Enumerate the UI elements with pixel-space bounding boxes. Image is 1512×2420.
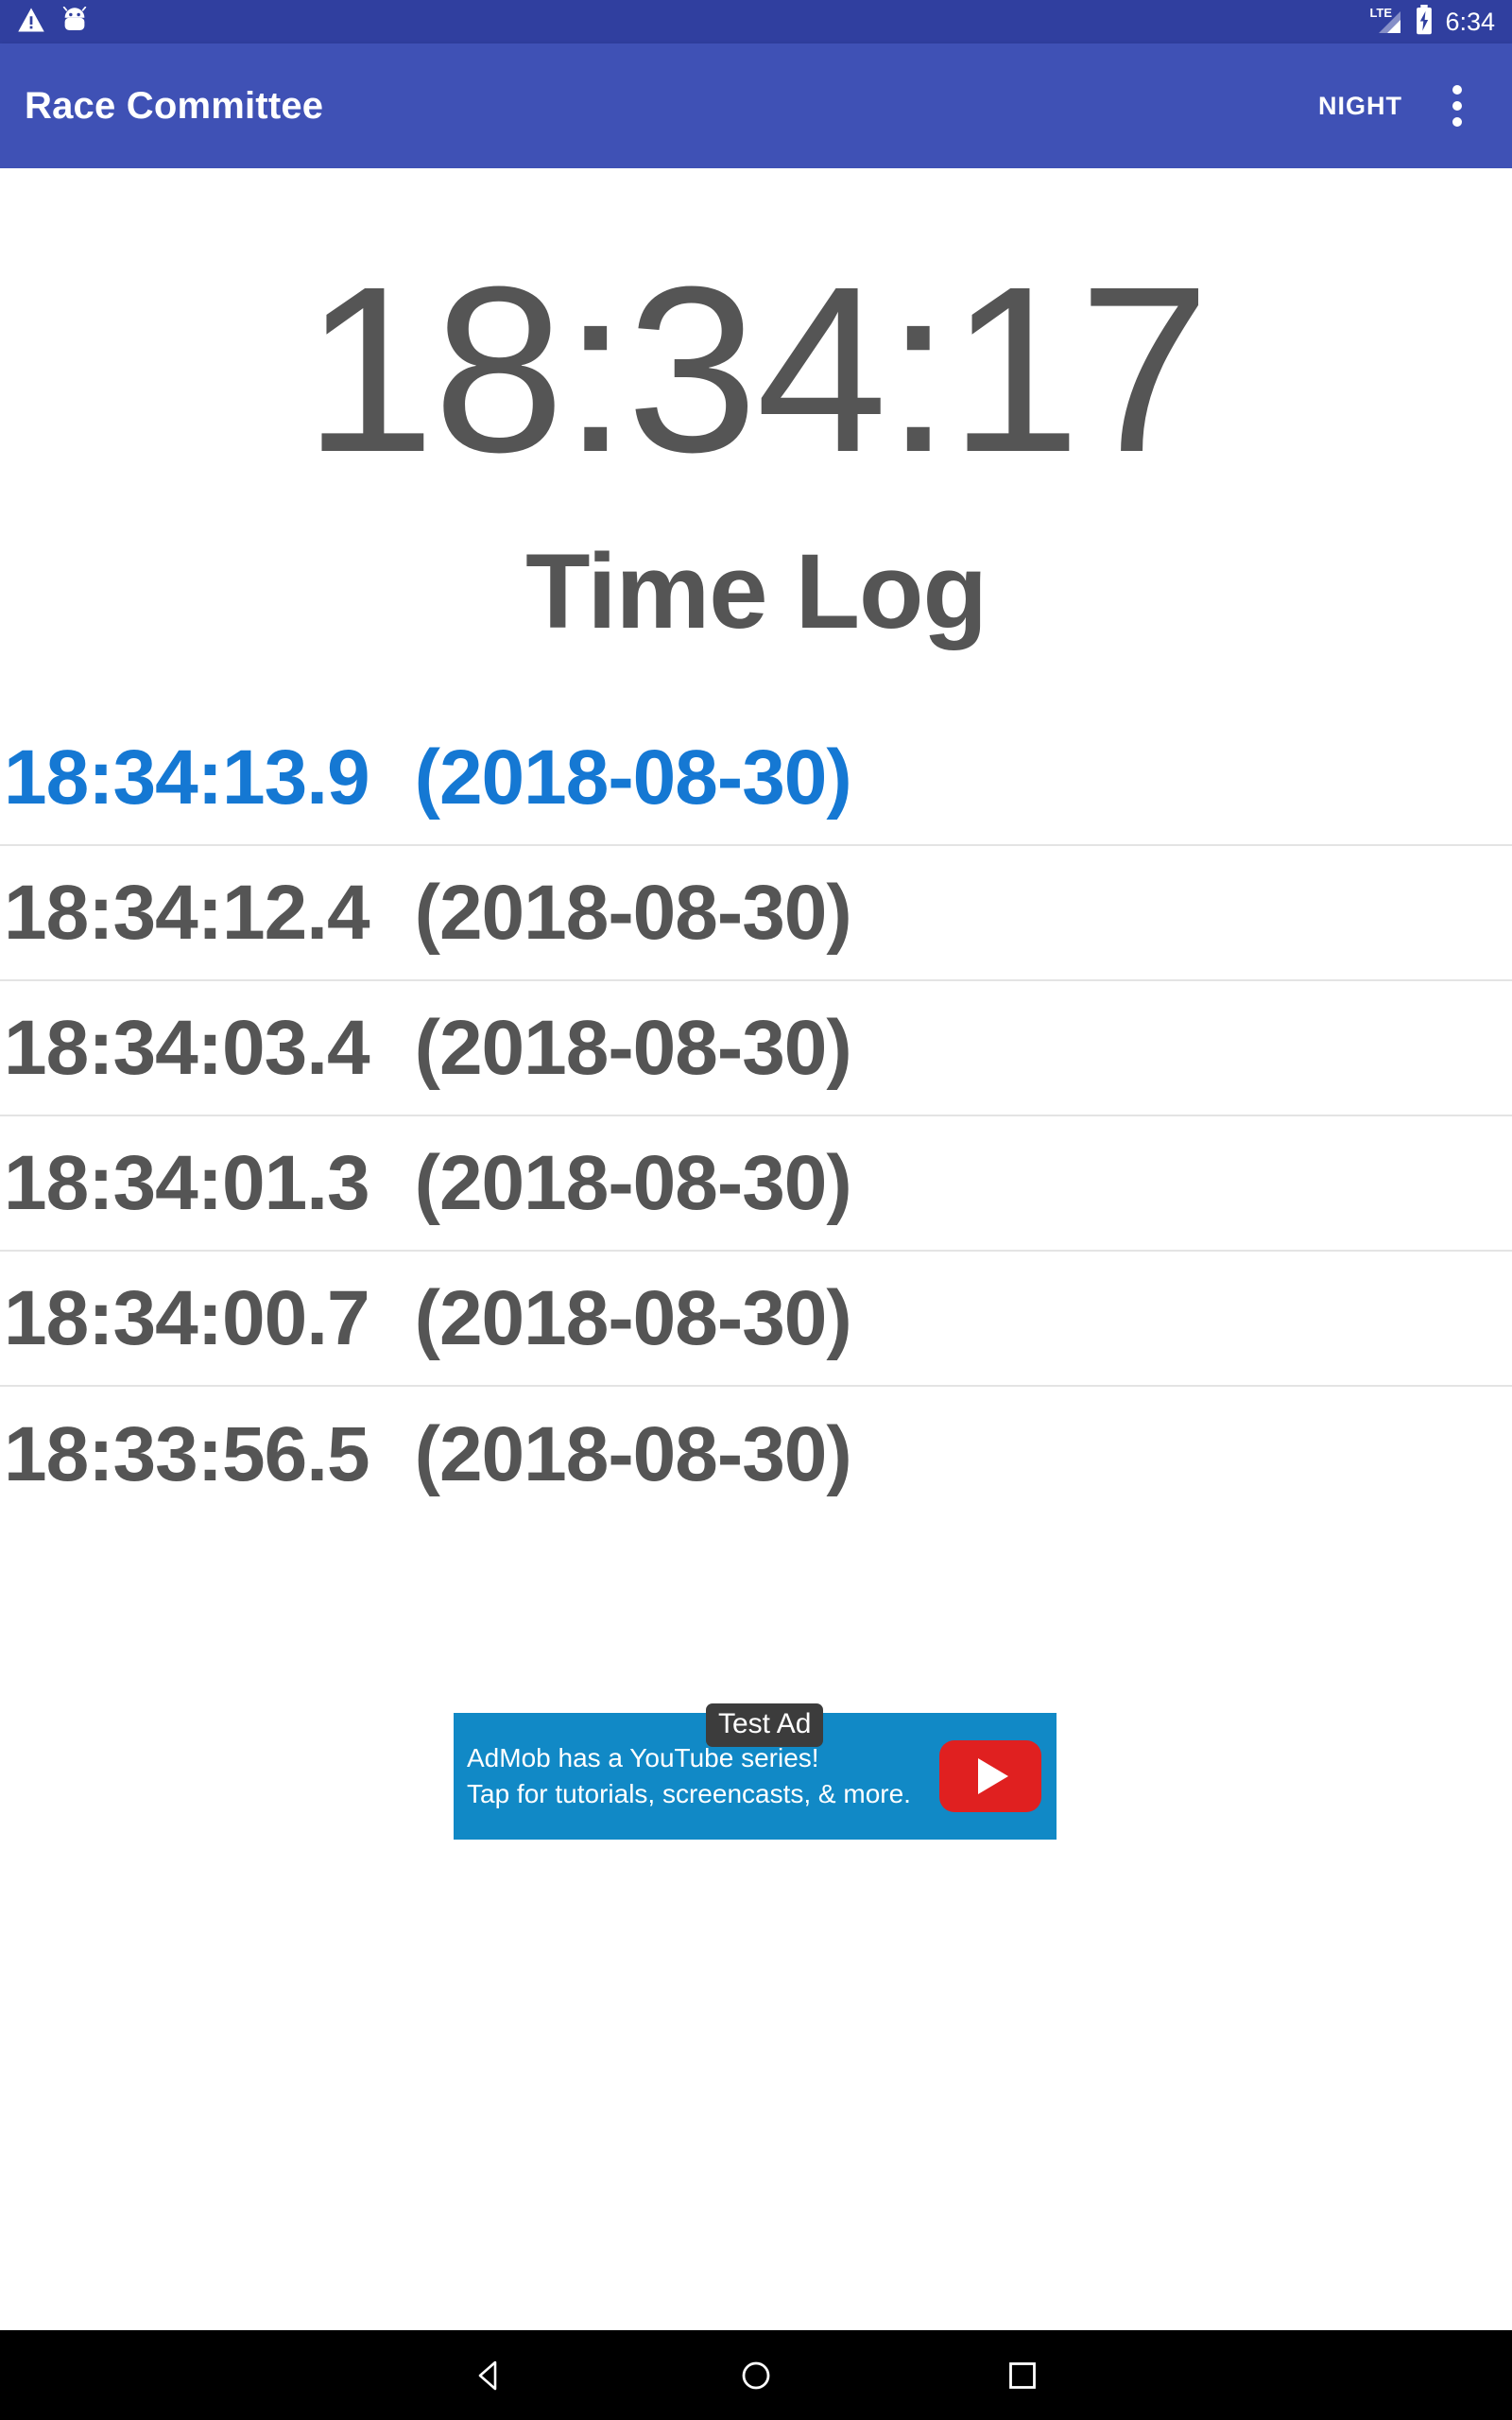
log-entry-time: 18:34:13.9 xyxy=(4,734,370,821)
lte-signal-icon: LTE xyxy=(1369,7,1403,36)
time-log-heading: Time Log xyxy=(525,532,988,650)
log-entry-date: (2018-08-30) xyxy=(414,1004,852,1091)
home-button[interactable] xyxy=(722,2342,790,2410)
overflow-dot xyxy=(1452,85,1462,95)
log-entry-time: 18:33:56.5 xyxy=(4,1410,370,1497)
overflow-dot xyxy=(1452,117,1462,127)
play-triangle xyxy=(978,1758,1008,1794)
admob-banner-ad[interactable]: AdMob has a YouTube series! Tap for tuto… xyxy=(454,1713,1057,1840)
night-mode-button[interactable]: NIGHT xyxy=(1301,78,1419,134)
phone-screen: LTE 6:34 Race Committee NIGHT 18:34:17 T… xyxy=(0,0,1512,2420)
youtube-play-icon[interactable] xyxy=(939,1740,1041,1812)
recents-button[interactable] xyxy=(988,2342,1057,2410)
overflow-dot xyxy=(1452,101,1462,111)
status-bar-left-icons xyxy=(17,6,89,38)
current-time-display: 18:34:17 xyxy=(303,237,1210,501)
back-button[interactable] xyxy=(455,2342,524,2410)
log-list-item[interactable]: 18:34:01.3 (2018-08-30) xyxy=(0,1116,1512,1252)
warning-triangle-icon xyxy=(17,7,45,38)
log-entry-date: (2018-08-30) xyxy=(414,1410,852,1497)
android-robot-icon xyxy=(60,6,89,38)
log-entry-time: 18:34:12.4 xyxy=(4,869,370,956)
ad-text-block: AdMob has a YouTube series! Tap for tuto… xyxy=(467,1743,911,1809)
log-entry-date: (2018-08-30) xyxy=(414,734,852,821)
status-bar: LTE 6:34 xyxy=(0,0,1512,43)
ad-line-2: Tap for tutorials, screencasts, & more. xyxy=(467,1779,911,1808)
log-list-item[interactable]: 18:34:00.7 (2018-08-30) xyxy=(0,1252,1512,1387)
log-entry-time: 18:34:01.3 xyxy=(4,1139,370,1226)
status-bar-clock: 6:34 xyxy=(1445,8,1495,36)
log-entry-date: (2018-08-30) xyxy=(414,1139,852,1226)
time-log-list: 18:34:13.9 (2018-08-30) 18:34:12.4 (2018… xyxy=(0,711,1512,1522)
log-entry-date: (2018-08-30) xyxy=(414,869,852,956)
overflow-menu-icon[interactable] xyxy=(1427,76,1487,136)
battery-charging-icon xyxy=(1415,4,1434,40)
android-navigation-bar xyxy=(0,2330,1512,2420)
log-entry-time: 18:34:03.4 xyxy=(4,1004,370,1091)
ad-line-1: AdMob has a YouTube series! xyxy=(467,1743,819,1772)
log-list-item[interactable]: 18:34:13.9 (2018-08-30) xyxy=(0,711,1512,846)
app-bar: Race Committee NIGHT xyxy=(0,43,1512,168)
log-list-item[interactable]: 18:33:56.5 (2018-08-30) xyxy=(0,1387,1512,1522)
status-bar-right-icons: LTE 6:34 xyxy=(1369,0,1495,43)
main-content: 18:34:17 Time Log 18:34:13.9 (2018-08-30… xyxy=(0,168,1512,2330)
log-list-item[interactable]: 18:34:03.4 (2018-08-30) xyxy=(0,981,1512,1116)
log-entry-time: 18:34:00.7 xyxy=(4,1274,370,1361)
app-title: Race Committee xyxy=(25,84,324,127)
log-list-item[interactable]: 18:34:12.4 (2018-08-30) xyxy=(0,846,1512,981)
log-entry-date: (2018-08-30) xyxy=(414,1274,852,1361)
